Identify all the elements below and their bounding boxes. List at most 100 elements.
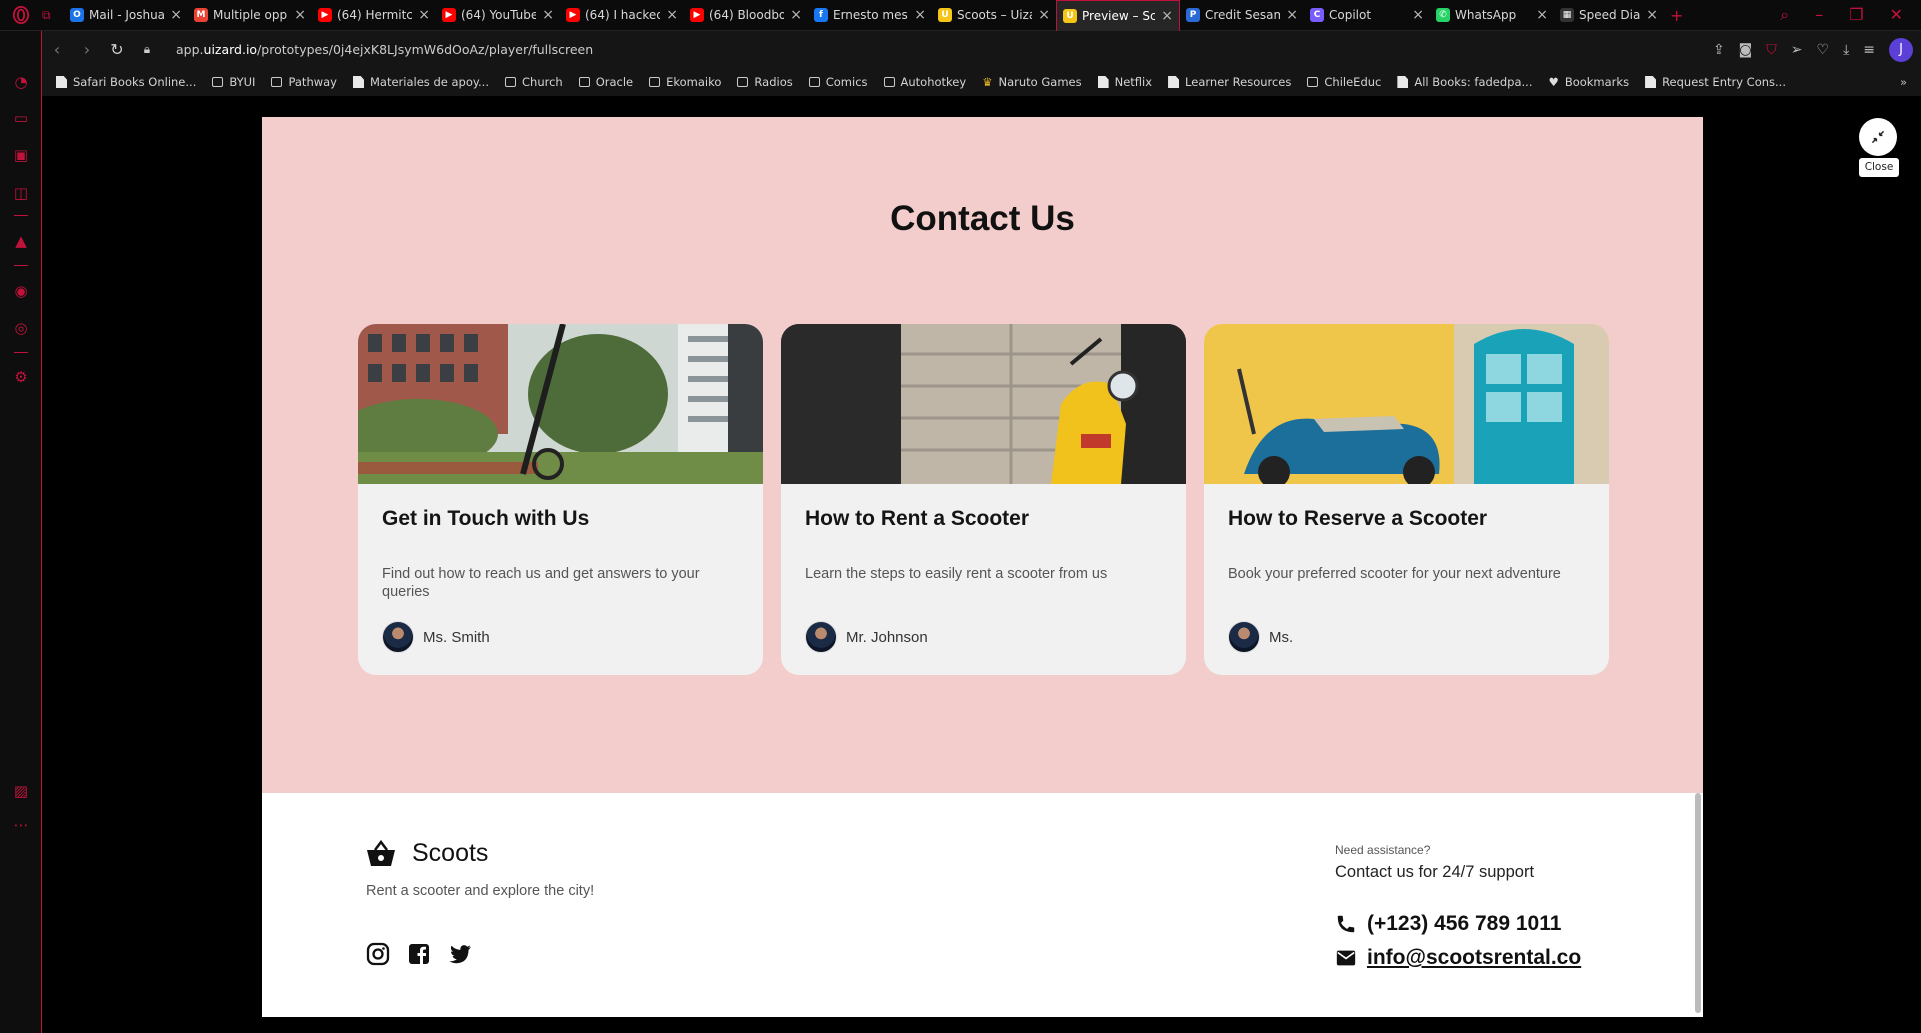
folder-icon bbox=[883, 77, 895, 87]
new-tab-button[interactable]: + bbox=[1664, 0, 1694, 31]
bookmark-item[interactable]: All Books: fadedpa... bbox=[1397, 75, 1533, 89]
card-description: Learn the steps to easily rent a scooter… bbox=[805, 566, 1108, 582]
profile-avatar[interactable]: J bbox=[1889, 37, 1913, 62]
tab-title: Ernesto mess bbox=[833, 8, 909, 22]
card-reserve-scooter[interactable]: How to Reserve a Scooter Book your prefe… bbox=[1204, 324, 1609, 675]
yellow-scooter-photo bbox=[781, 324, 1186, 484]
support-text: Contact us for 24/7 support bbox=[1335, 863, 1535, 881]
bookmark-item[interactable]: Pathway bbox=[271, 75, 337, 89]
aria-icon[interactable]: ▲ bbox=[12, 232, 30, 250]
store-icon[interactable]: ▭ bbox=[12, 109, 30, 127]
tab-favicon-icon: ▦ bbox=[1560, 8, 1574, 22]
tab-close-icon[interactable]: × bbox=[1536, 7, 1548, 23]
brand-tagline: Rent a scooter and explore the city! bbox=[366, 883, 595, 899]
tab-close-icon[interactable]: × bbox=[1161, 8, 1173, 24]
instagram-icon[interactable] bbox=[366, 942, 390, 966]
folder-icon bbox=[212, 77, 224, 87]
snapshot-icon[interactable]: ▨ bbox=[12, 782, 30, 800]
bookmark-item[interactable]: Ekomaiko bbox=[649, 75, 721, 89]
lock-icon[interactable]: 🔒︎ bbox=[132, 42, 162, 57]
folder-icon bbox=[649, 77, 661, 87]
card-get-in-touch[interactable]: Get in Touch with Us Find out how to rea… bbox=[358, 324, 763, 675]
workspaces-icon[interactable]: ⧉ bbox=[42, 0, 64, 31]
whatsapp-icon[interactable]: ◎ bbox=[12, 319, 30, 337]
tab-close-icon[interactable]: × bbox=[1038, 7, 1050, 23]
browser-tab[interactable]: P Credit Sesam × bbox=[1180, 0, 1304, 31]
folder-icon bbox=[505, 77, 516, 87]
tab-close-icon[interactable]: × bbox=[542, 7, 554, 23]
restore-button[interactable]: ❐ bbox=[1849, 5, 1863, 25]
contact-section: Contact Us Get in Touch with Us Find out… bbox=[262, 117, 1703, 793]
brand-logo[interactable]: Scoots bbox=[366, 839, 488, 868]
facebook-icon[interactable] bbox=[407, 942, 431, 966]
tab-close-icon[interactable]: × bbox=[1646, 7, 1658, 23]
folder-icon bbox=[578, 77, 590, 87]
email-link[interactable]: info@scootsrental.co bbox=[1335, 946, 1581, 970]
phone-link[interactable]: (+123) 456 789 1011 bbox=[1335, 912, 1561, 936]
send-icon[interactable]: ➢ bbox=[1791, 42, 1803, 58]
browser-tab[interactable]: f Ernesto mess × bbox=[808, 0, 932, 31]
tab-title: Speed Dial bbox=[1579, 8, 1641, 22]
back-icon[interactable]: ‹ bbox=[42, 40, 72, 59]
bookmark-item[interactable]: ♥ Bookmarks bbox=[1549, 75, 1630, 89]
bookmarks-overflow-icon[interactable]: » bbox=[1900, 75, 1907, 89]
browser-tab[interactable]: ▶ (64) YouTube × bbox=[436, 0, 560, 31]
bookmark-item[interactable]: Autohotkey bbox=[883, 75, 966, 89]
bookmark-label: Church bbox=[522, 75, 563, 89]
tab-close-icon[interactable]: × bbox=[666, 7, 678, 23]
heart-icon[interactable]: ♡ bbox=[1817, 42, 1830, 58]
tab-close-icon[interactable]: × bbox=[294, 7, 306, 23]
close-window-button[interactable]: ✕ bbox=[1890, 5, 1903, 25]
easy-setup-icon[interactable]: ≡ bbox=[1863, 42, 1875, 58]
bookmark-item[interactable]: ♛ Naruto Games bbox=[982, 75, 1081, 89]
url-field[interactable]: app.uizard.io/prototypes/0j4ejxK8LJsymW6… bbox=[176, 42, 593, 57]
browser-tab[interactable]: ✆ WhatsApp × bbox=[1430, 0, 1554, 31]
browser-tab[interactable]: C Copilot × bbox=[1304, 0, 1430, 31]
forward-icon[interactable]: › bbox=[72, 40, 102, 59]
more-icon[interactable]: ⋯ bbox=[12, 816, 30, 834]
speed-dial-icon[interactable]: ◔ bbox=[12, 73, 30, 91]
opera-menu-icon[interactable] bbox=[0, 0, 42, 31]
reload-icon[interactable]: ↻ bbox=[102, 40, 132, 59]
bookmark-item[interactable]: Learner Resources bbox=[1168, 75, 1291, 89]
bookmark-item[interactable]: Request Entry Cons... bbox=[1645, 75, 1786, 89]
crypto-wallet-icon[interactable]: ◫ bbox=[12, 184, 30, 202]
bookmark-item[interactable]: Church bbox=[505, 75, 563, 89]
browser-tab[interactable]: M Multiple opp × bbox=[188, 0, 312, 31]
bookmark-item[interactable]: Comics bbox=[808, 75, 868, 89]
bookmark-item[interactable]: Materiales de apoy... bbox=[353, 75, 489, 89]
messenger-icon[interactable]: ◉ bbox=[12, 282, 30, 300]
search-tabs-icon[interactable]: ⌕ bbox=[1780, 5, 1789, 25]
twitch-icon[interactable]: ▣ bbox=[12, 146, 30, 164]
browser-tab[interactable]: O Mail - Joshua × bbox=[64, 0, 188, 31]
vpn-shield-icon[interactable]: ⛉ bbox=[1766, 42, 1777, 58]
card-rent-scooter[interactable]: How to Rent a Scooter Learn the steps to… bbox=[781, 324, 1186, 675]
download-icon[interactable]: ⤓ bbox=[1843, 42, 1849, 58]
page-scrollbar[interactable] bbox=[1695, 793, 1701, 1013]
bookmark-item[interactable]: Oracle bbox=[578, 75, 633, 89]
bookmark-item[interactable]: BYUI bbox=[212, 75, 255, 89]
minimize-button[interactable]: – bbox=[1815, 5, 1823, 25]
tab-close-icon[interactable]: × bbox=[790, 7, 802, 23]
browser-tab[interactable]: ▶ (64) I hacked × bbox=[560, 0, 684, 31]
settings-icon[interactable]: ⚙ bbox=[12, 368, 30, 386]
folder-icon bbox=[271, 77, 283, 87]
bookmark-item[interactable]: ChileEduc bbox=[1307, 75, 1381, 89]
tab-close-icon[interactable]: × bbox=[170, 7, 182, 23]
tab-close-icon[interactable]: × bbox=[914, 7, 926, 23]
exit-fullscreen-button[interactable] bbox=[1859, 118, 1897, 156]
bookmark-item[interactable]: Netflix bbox=[1097, 75, 1152, 89]
browser-tab[interactable]: U Preview – Sco × bbox=[1056, 0, 1180, 31]
tab-close-icon[interactable]: × bbox=[1412, 7, 1424, 23]
camera-icon[interactable]: ◙ bbox=[1739, 42, 1753, 58]
bookmark-item[interactable]: Safari Books Online... bbox=[56, 75, 196, 89]
browser-tab[interactable]: ▶ (64) Hermitc × bbox=[312, 0, 436, 31]
share-icon[interactable]: ⇪ bbox=[1713, 42, 1725, 58]
browser-tab[interactable]: U Scoots – Uiza × bbox=[932, 0, 1056, 31]
twitter-icon[interactable] bbox=[448, 942, 472, 966]
tab-close-icon[interactable]: × bbox=[418, 7, 430, 23]
browser-tab[interactable]: ▦ Speed Dial × bbox=[1554, 0, 1664, 31]
bookmark-item[interactable]: Radios bbox=[737, 75, 793, 89]
tab-close-icon[interactable]: × bbox=[1286, 7, 1298, 23]
browser-tab[interactable]: ▶ (64) Bloodbo × bbox=[684, 0, 808, 31]
